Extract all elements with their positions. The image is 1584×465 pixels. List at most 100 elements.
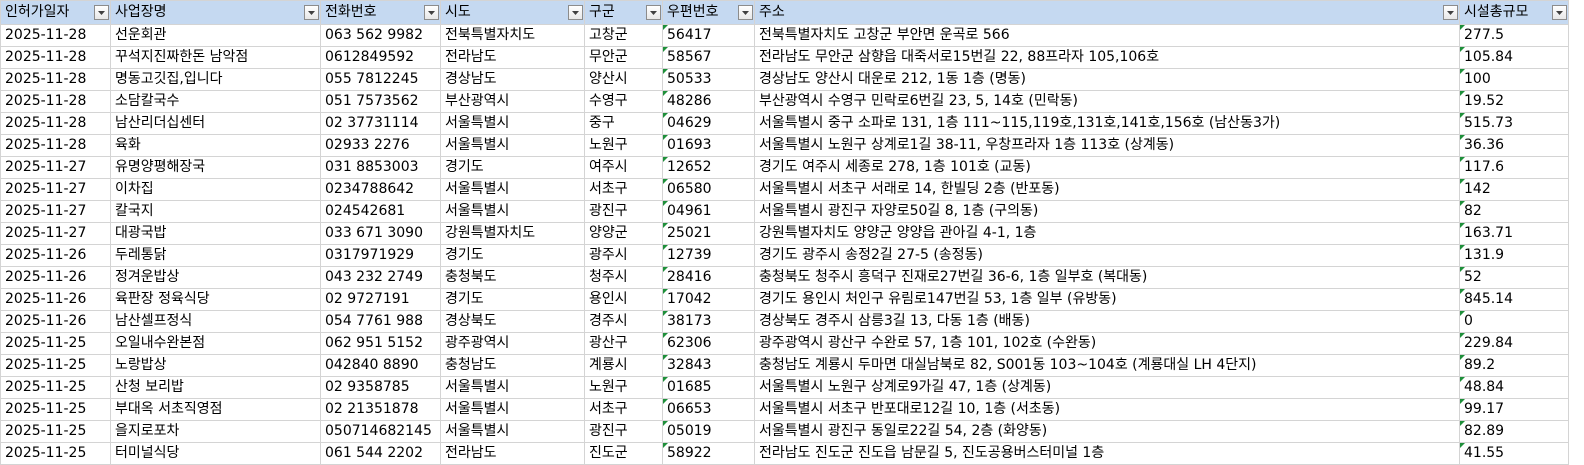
cell-postal-code[interactable]: 06653 [662, 398, 755, 421]
cell-business-name[interactable]: 명동고깃집,입니다 [110, 68, 321, 91]
column-header-postal-code[interactable]: 우편번호 [662, 0, 755, 25]
cell-address[interactable]: 서울특별시 노원구 상계로9가길 47, 1층 (상계동) [754, 376, 1460, 399]
cell-phone[interactable]: 031 8853003 [320, 156, 441, 179]
cell-business-name[interactable]: 선운회관 [110, 24, 321, 47]
cell-phone[interactable]: 02 9727191 [320, 288, 441, 311]
cell-district[interactable]: 고창군 [584, 24, 663, 47]
cell-facility-size[interactable]: 117.6 [1459, 156, 1569, 179]
cell-province[interactable]: 서울특별시 [440, 376, 585, 399]
cell-permit-date[interactable]: 2025-11-28 [0, 90, 111, 113]
cell-province[interactable]: 경기도 [440, 244, 585, 267]
cell-district[interactable]: 용인시 [584, 288, 663, 311]
cell-permit-date[interactable]: 2025-11-28 [0, 134, 111, 157]
cell-district[interactable]: 광진구 [584, 200, 663, 223]
cell-facility-size[interactable]: 0 [1459, 310, 1569, 333]
column-header-permit-date[interactable]: 인허가일자 [0, 0, 111, 25]
cell-business-name[interactable]: 부대옥 서초직영점 [110, 398, 321, 421]
column-header-address[interactable]: 주소 [754, 0, 1460, 25]
cell-facility-size[interactable]: 89.2 [1459, 354, 1569, 377]
cell-province[interactable]: 경기도 [440, 288, 585, 311]
cell-business-name[interactable]: 터미널식당 [110, 442, 321, 465]
cell-address[interactable]: 경상북도 경주시 삼릉3길 13, 다동 1층 (배동) [754, 310, 1460, 333]
cell-province[interactable]: 강원특별자치도 [440, 222, 585, 245]
cell-province[interactable]: 전북특별자치도 [440, 24, 585, 47]
filter-dropdown-icon[interactable] [738, 5, 753, 20]
cell-permit-date[interactable]: 2025-11-25 [0, 354, 111, 377]
cell-permit-date[interactable]: 2025-11-25 [0, 420, 111, 443]
cell-phone[interactable]: 02 37731114 [320, 112, 441, 135]
cell-address[interactable]: 경기도 여주시 세종로 278, 1층 101호 (교동) [754, 156, 1460, 179]
cell-phone[interactable]: 0612849592 [320, 46, 441, 69]
filter-dropdown-icon[interactable] [646, 5, 661, 20]
cell-facility-size[interactable]: 229.84 [1459, 332, 1569, 355]
filter-dropdown-icon[interactable] [424, 5, 439, 20]
cell-address[interactable]: 경상남도 양산시 대운로 212, 1동 1층 (명동) [754, 68, 1460, 91]
cell-province[interactable]: 충청남도 [440, 354, 585, 377]
cell-address[interactable]: 부산광역시 수영구 민락로6번길 23, 5, 14호 (민락동) [754, 90, 1460, 113]
cell-district[interactable]: 서초구 [584, 398, 663, 421]
cell-permit-date[interactable]: 2025-11-25 [0, 442, 111, 465]
cell-business-name[interactable]: 꾸석지진짜한돈 남악점 [110, 46, 321, 69]
cell-phone[interactable]: 051 7573562 [320, 90, 441, 113]
cell-business-name[interactable]: 산청 보리밥 [110, 376, 321, 399]
cell-address[interactable]: 서울특별시 광진구 자양로50길 8, 1층 (구의동) [754, 200, 1460, 223]
cell-facility-size[interactable]: 19.52 [1459, 90, 1569, 113]
cell-postal-code[interactable]: 01693 [662, 134, 755, 157]
cell-permit-date[interactable]: 2025-11-27 [0, 156, 111, 179]
cell-postal-code[interactable]: 12739 [662, 244, 755, 267]
cell-postal-code[interactable]: 04961 [662, 200, 755, 223]
cell-business-name[interactable]: 두레통닭 [110, 244, 321, 267]
cell-business-name[interactable]: 대광국밥 [110, 222, 321, 245]
cell-province[interactable]: 광주광역시 [440, 332, 585, 355]
cell-province[interactable]: 경기도 [440, 156, 585, 179]
cell-address[interactable]: 서울특별시 광진구 동일로22길 54, 2층 (화양동) [754, 420, 1460, 443]
cell-permit-date[interactable]: 2025-11-25 [0, 332, 111, 355]
cell-facility-size[interactable]: 105.84 [1459, 46, 1569, 69]
filter-dropdown-icon[interactable] [568, 5, 583, 20]
cell-business-name[interactable]: 정겨운밥상 [110, 266, 321, 289]
cell-business-name[interactable]: 노랑밥상 [110, 354, 321, 377]
cell-phone[interactable]: 050714682145 [320, 420, 441, 443]
cell-facility-size[interactable]: 99.17 [1459, 398, 1569, 421]
cell-phone[interactable]: 042840 8890 [320, 354, 441, 377]
cell-phone[interactable]: 0317971929 [320, 244, 441, 267]
cell-phone[interactable]: 033 671 3090 [320, 222, 441, 245]
filter-dropdown-icon[interactable] [304, 5, 319, 20]
cell-district[interactable]: 청주시 [584, 266, 663, 289]
cell-facility-size[interactable]: 163.71 [1459, 222, 1569, 245]
cell-facility-size[interactable]: 48.84 [1459, 376, 1569, 399]
cell-postal-code[interactable]: 38173 [662, 310, 755, 333]
cell-phone[interactable]: 0234788642 [320, 178, 441, 201]
cell-address[interactable]: 전북특별자치도 고창군 부안면 운곡로 566 [754, 24, 1460, 47]
column-header-business-name[interactable]: 사업장명 [110, 0, 321, 25]
cell-postal-code[interactable]: 62306 [662, 332, 755, 355]
cell-postal-code[interactable]: 17042 [662, 288, 755, 311]
cell-district[interactable]: 노원구 [584, 376, 663, 399]
cell-province[interactable]: 서울특별시 [440, 398, 585, 421]
cell-province[interactable]: 전라남도 [440, 46, 585, 69]
cell-permit-date[interactable]: 2025-11-26 [0, 244, 111, 267]
cell-facility-size[interactable]: 52 [1459, 266, 1569, 289]
cell-phone[interactable]: 062 951 5152 [320, 332, 441, 355]
cell-province[interactable]: 충청북도 [440, 266, 585, 289]
cell-address[interactable]: 강원특별자치도 양양군 양양읍 관아길 4-1, 1층 [754, 222, 1460, 245]
cell-phone[interactable]: 054 7761 988 [320, 310, 441, 333]
column-header-facility-size[interactable]: 시설총규모 [1459, 0, 1569, 25]
cell-permit-date[interactable]: 2025-11-27 [0, 200, 111, 223]
cell-address[interactable]: 서울특별시 서초구 반포대로12길 10, 1층 (서초동) [754, 398, 1460, 421]
cell-address[interactable]: 서울특별시 중구 소파로 131, 1층 111~115,119호,131호,1… [754, 112, 1460, 135]
cell-province[interactable]: 경상남도 [440, 68, 585, 91]
cell-address[interactable]: 서울특별시 노원구 상계로1길 38-11, 우창프라자 1층 113호 (상계… [754, 134, 1460, 157]
cell-postal-code[interactable]: 50533 [662, 68, 755, 91]
cell-permit-date[interactable]: 2025-11-28 [0, 24, 111, 47]
cell-permit-date[interactable]: 2025-11-28 [0, 112, 111, 135]
cell-district[interactable]: 노원구 [584, 134, 663, 157]
cell-district[interactable]: 중구 [584, 112, 663, 135]
cell-business-name[interactable]: 소담칼국수 [110, 90, 321, 113]
cell-province[interactable]: 서울특별시 [440, 112, 585, 135]
column-header-district[interactable]: 구군 [584, 0, 663, 25]
cell-address[interactable]: 충청북도 청주시 흥덕구 진재로27번길 36-6, 1층 일부호 (복대동) [754, 266, 1460, 289]
cell-postal-code[interactable]: 25021 [662, 222, 755, 245]
cell-district[interactable]: 수영구 [584, 90, 663, 113]
cell-permit-date[interactable]: 2025-11-28 [0, 68, 111, 91]
